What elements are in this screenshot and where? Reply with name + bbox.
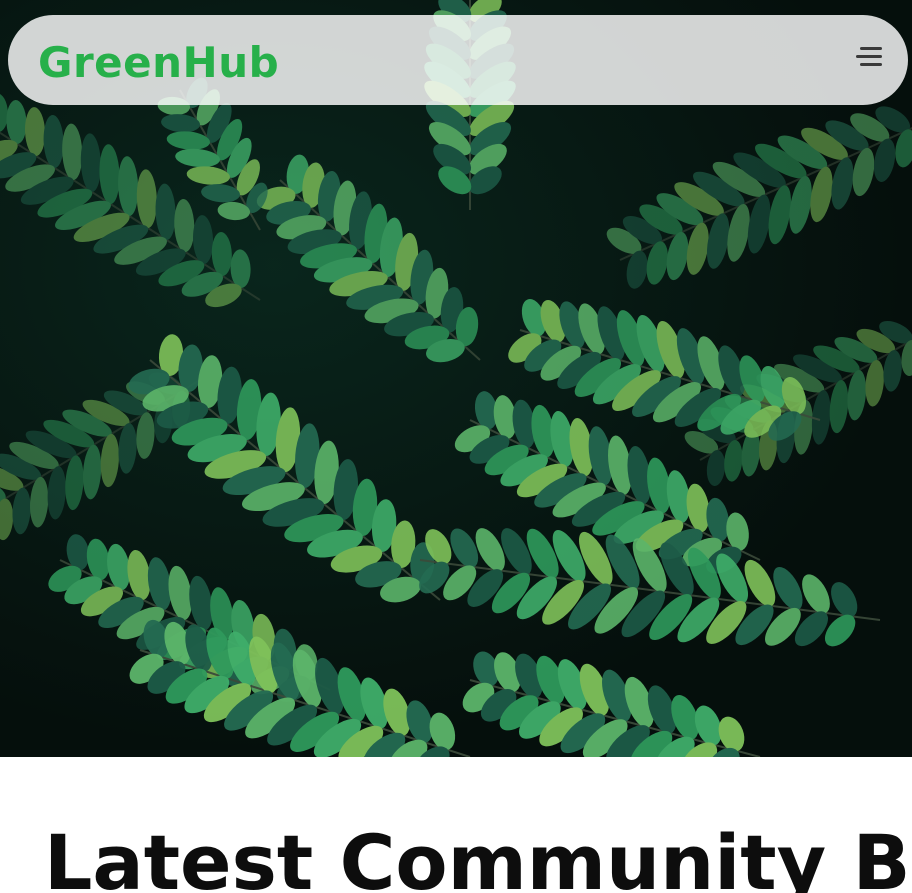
brand-logo[interactable]: GreenHub <box>38 35 279 91</box>
fern-frond <box>606 106 912 289</box>
hero-image <box>0 0 912 757</box>
fern-leaves-illustration <box>0 0 912 757</box>
navbar: GreenHub <box>8 15 908 105</box>
menu-line-middle <box>856 55 882 58</box>
fern-frond <box>129 619 471 757</box>
fern-frond <box>128 334 441 603</box>
menu-line-top <box>860 47 882 50</box>
section-title: Latest Community Buzz <box>44 818 912 893</box>
hamburger-menu-icon[interactable] <box>852 45 882 71</box>
page: GreenHub Latest Community Buzz <box>0 0 912 893</box>
fern-frond <box>462 651 761 757</box>
menu-line-bottom <box>860 63 882 66</box>
fern-frond <box>419 528 881 647</box>
